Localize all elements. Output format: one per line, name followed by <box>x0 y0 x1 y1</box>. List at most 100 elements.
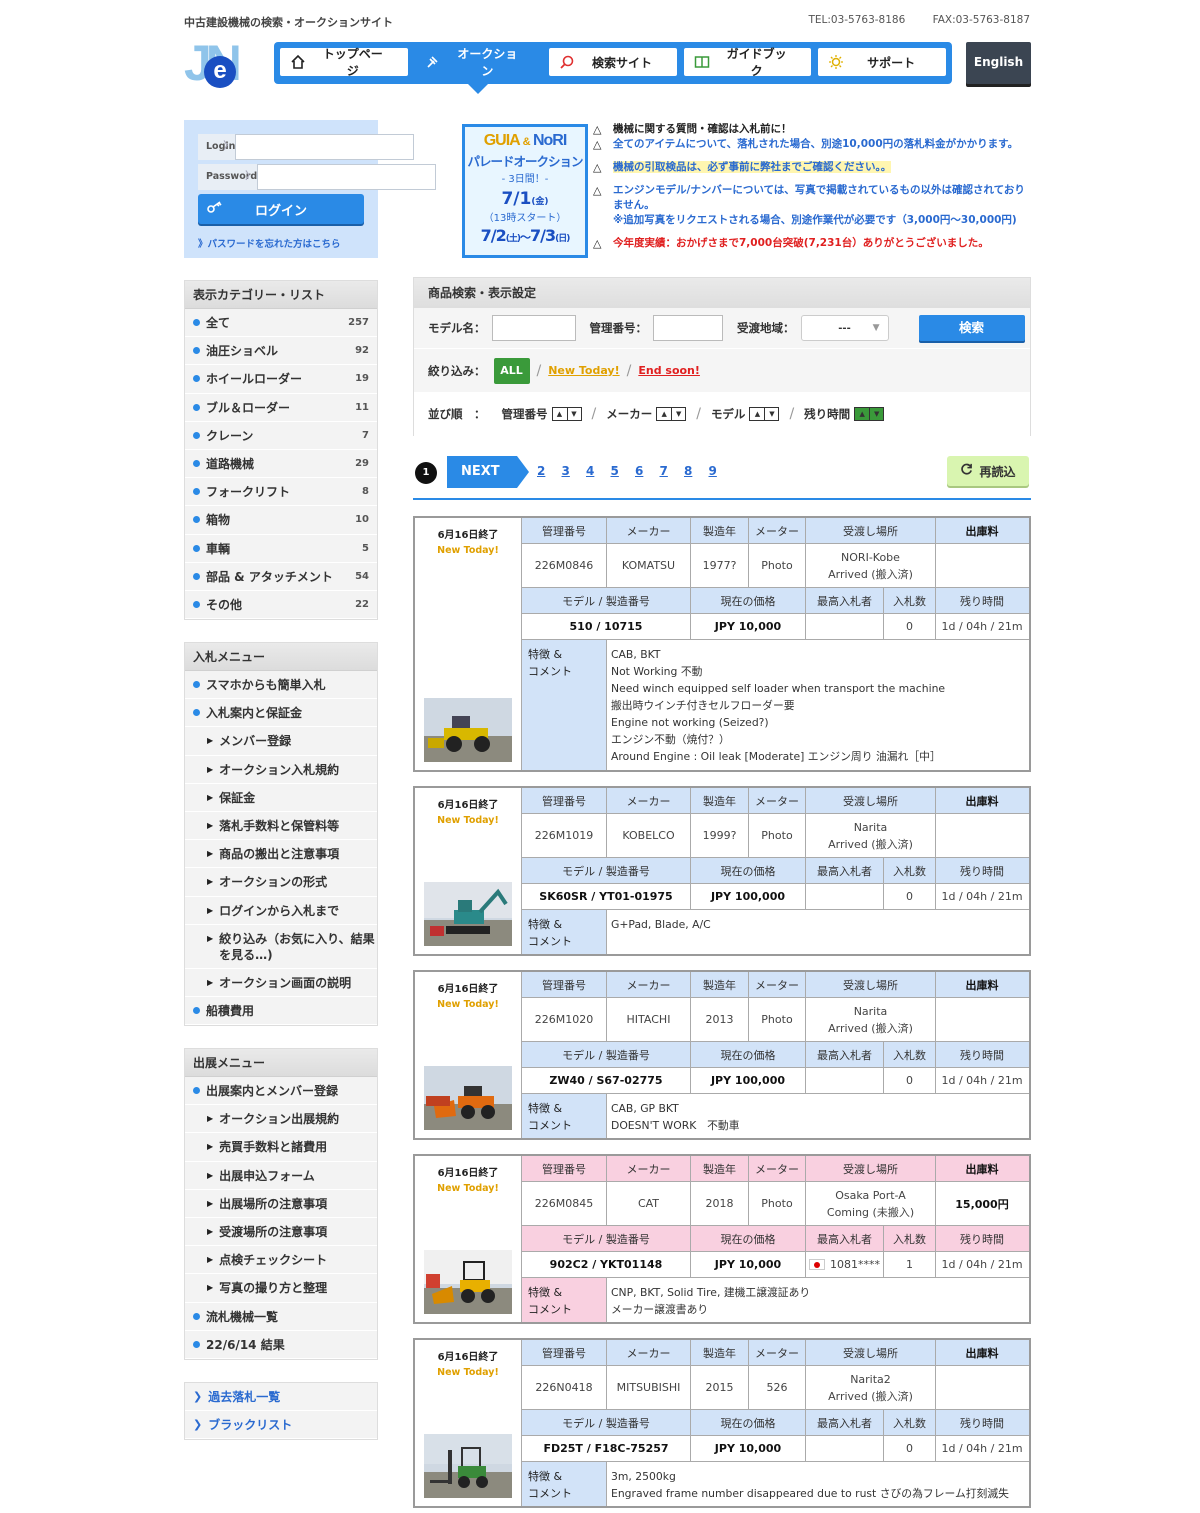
menu-item-filter[interactable]: ▶ 絞り込み（お気に入り、結果を見る…) <box>185 925 377 969</box>
category-item[interactable]: 部品 & アタッチメント 54 <box>185 563 377 591</box>
region-select[interactable]: --- ▼ <box>800 315 889 341</box>
nav-label: サポート <box>867 55 916 70</box>
mgmt-number-input[interactable] <box>653 315 723 341</box>
notice-list: △ 機械に関する質問・確認は入札前に！ △ 全てのアイテムについて、落札された場… <box>593 122 1033 259</box>
page-link[interactable]: 3 <box>562 464 587 478</box>
sort-arrows-icon[interactable]: ▲ ▼ <box>551 407 582 421</box>
category-item[interactable]: ブル＆ローダー 11 <box>185 394 377 422</box>
menu-item-shipping-cost[interactable]: 船積費用 <box>185 997 377 1026</box>
machine-photo[interactable] <box>424 1250 512 1314</box>
login-id-input[interactable] <box>235 134 415 160</box>
machine-photo[interactable] <box>424 1434 512 1498</box>
sort-arrows-icon[interactable]: ▲ ▼ <box>749 407 780 421</box>
menu-item-pickup[interactable]: ▶ 商品の搬出と注意事項 <box>185 840 377 869</box>
menu-item-photo-guide[interactable]: ▶ 写真の撮り方と整理 <box>185 1274 377 1303</box>
menu-item-unsold-list[interactable]: 流札機械一覧 <box>185 1303 377 1331</box>
listing-card[interactable]: 6月16日終了 New Today! 管理番号 メーカー 製造年 メーター 受渡し場所 出庫料… <box>413 516 1031 772</box>
listing-summary: 6月16日終了 New Today! <box>415 972 522 1138</box>
menu-item-deposit[interactable]: ▶ 保証金 <box>185 784 377 812</box>
sort-model[interactable]: モデル ▲ ▼ <box>711 406 780 422</box>
sort-remaining[interactable]: 残り時間 ▲ ▼ <box>804 406 885 422</box>
category-item[interactable]: クレーン 7 <box>185 422 377 450</box>
page-link[interactable]: 9 <box>709 464 734 478</box>
comment-label: 特徴 & コメント <box>522 1278 607 1322</box>
category-item[interactable]: 油圧ショベル 92 <box>185 337 377 366</box>
password-label: Password <box>198 164 258 190</box>
site-logo[interactable]: JN e <box>184 38 262 88</box>
sort-maker[interactable]: メーカー ▲ ▼ <box>606 406 687 422</box>
nav-search-site[interactable]: 検索サイト <box>549 48 677 76</box>
nav-guidebook[interactable]: ガイドブック <box>683 47 812 78</box>
auction-banner[interactable]: GUIA & NoRI パレードオークション - 3日間！- 7/1(金) （1… <box>462 124 588 258</box>
machine-photo[interactable] <box>424 882 512 946</box>
nav-top-page[interactable]: トップページ <box>280 47 408 78</box>
page-link[interactable]: 5 <box>611 464 636 478</box>
model-serial[interactable]: 510 / 10715 <box>522 614 691 639</box>
new-today-badge: New Today! <box>437 1367 499 1378</box>
nav-auction[interactable]: オークション <box>414 47 543 78</box>
model-input[interactable] <box>491 315 576 341</box>
listing-card[interactable]: 6月16日終了 New Today! 管理番号 メーカー 製造年 メーター 受渡し場所 出庫料… <box>413 786 1031 956</box>
model-serial[interactable]: SK60SR / YT01-01975 <box>522 884 691 909</box>
blacklist-link[interactable]: ❯ ブラックリスト <box>185 1411 377 1440</box>
listing-card[interactable]: 6月16日終了 New Today! 管理番号 メーカー 製造年 メーター 受渡し場所 出庫料… <box>413 970 1031 1140</box>
category-item[interactable]: フォークリフト 8 <box>185 478 377 507</box>
menu-item-exhibit-place[interactable]: ▶ 出展場所の注意事項 <box>185 1190 377 1218</box>
machine-photo[interactable] <box>424 1066 512 1130</box>
reload-button[interactable]: 再読込 <box>947 456 1029 486</box>
menu-item-screen-guide[interactable]: ▶ オークション画面の説明 <box>185 969 377 997</box>
page-link[interactable]: 2 <box>537 464 562 478</box>
model-serial[interactable]: ZW40 / S67-02775 <box>522 1068 691 1093</box>
category-item[interactable]: ホイールローダー 19 <box>185 365 377 394</box>
filter-all-button[interactable]: ALL <box>493 357 530 384</box>
listing-card[interactable]: 6月16日終了 New Today! 管理番号 メーカー 製造年 メーター 受渡し場所 出庫料… <box>413 1154 1031 1324</box>
filter-end-soon-link[interactable]: End soon! <box>638 364 700 377</box>
nav-support[interactable]: サポート <box>818 48 946 76</box>
sort-mgmt[interactable]: 管理番号 ▲ ▼ <box>502 406 582 422</box>
forgot-password-link[interactable]: 》パスワードを忘れた方はこちら <box>198 236 364 250</box>
filter-new-today-link[interactable]: New Today! <box>548 364 619 377</box>
menu-item-seller-fees[interactable]: ▶ 売買手数料と諸費用 <box>185 1133 377 1162</box>
menu-item-application-form[interactable]: ▶ 出展申込フォーム <box>185 1162 377 1190</box>
model-serial[interactable]: 902C2 / YKT01148 <box>522 1252 691 1277</box>
page-link[interactable]: 4 <box>586 464 611 478</box>
category-item[interactable]: 全て 257 <box>185 309 377 338</box>
listing-card[interactable]: 6月16日終了 New Today! 管理番号 メーカー 製造年 メーター 受渡し場所 出庫料… <box>413 1338 1031 1508</box>
category-item[interactable]: 箱物 10 <box>185 506 377 535</box>
menu-item-check-sheet[interactable]: ▶ 点検チェックシート <box>185 1246 377 1275</box>
category-count: 7 <box>362 429 369 441</box>
menu-item-bid-rules[interactable]: ▶ オークション入札規約 <box>185 756 377 784</box>
price-row: SK60SR / YT01-01975 JPY 100,000 0 1d / 04h … <box>522 884 1029 910</box>
menu-item-auction-format[interactable]: ▶ オークションの形式 <box>185 868 377 897</box>
new-today-badge: New Today! <box>437 545 499 556</box>
menu-item-seller-guide[interactable]: 出展案内とメンバー登録 <box>185 1077 377 1106</box>
sort-arrows-icon[interactable]: ▲ ▼ <box>656 407 687 421</box>
category-item[interactable]: その他 22 <box>185 591 377 620</box>
category-label: 部品 & アタッチメント <box>206 569 333 584</box>
menu-item-seller-rules[interactable]: ▶ オークション出展規約 <box>185 1105 377 1134</box>
page-link[interactable]: 6 <box>635 464 660 478</box>
price-row: FD25T / F18C-75257 JPY 10,000 0 1d / 04h / … <box>522 1436 1029 1462</box>
category-label: 油圧ショベル <box>206 344 279 359</box>
menu-item-smartphone-bid[interactable]: スマホからも簡単入札 <box>185 671 377 700</box>
page-link[interactable]: 8 <box>684 464 709 478</box>
menu-item-login-to-bid[interactable]: ▶ ログインから入札まで <box>185 897 377 925</box>
menu-item-bid-guide[interactable]: 入札案内と保証金 <box>185 699 377 728</box>
login-button[interactable]: ログイン <box>198 194 364 224</box>
comment-line: CNP, BKT, Solid Tire, 建機工譲渡証あり <box>611 1286 811 1299</box>
menu-item-member-registration[interactable]: ▶ メンバー登録 <box>185 727 377 756</box>
sort-arrows-icon[interactable]: ▲ ▼ <box>854 407 885 421</box>
menu-item-fees[interactable]: ▶ 落札手数料と保管料等 <box>185 812 377 841</box>
page-link[interactable]: 7 <box>660 464 685 478</box>
search-button[interactable]: 検索 <box>918 315 1025 341</box>
password-input[interactable] <box>257 164 437 190</box>
model-serial[interactable]: FD25T / F18C-75257 <box>522 1436 691 1461</box>
category-item[interactable]: 車輌 5 <box>185 535 377 563</box>
menu-item-results[interactable]: 22/6/14 結果 <box>185 1331 377 1359</box>
english-button[interactable]: English <box>966 42 1031 84</box>
past-results-link[interactable]: ❯ 過去落札一覧 <box>185 1383 377 1412</box>
machine-photo[interactable] <box>424 698 512 762</box>
category-item[interactable]: 道路機械 29 <box>185 450 377 479</box>
menu-item-delivery-place[interactable]: ▶ 受渡場所の注意事項 <box>185 1218 377 1247</box>
next-page-button[interactable]: NEXT <box>447 456 529 488</box>
